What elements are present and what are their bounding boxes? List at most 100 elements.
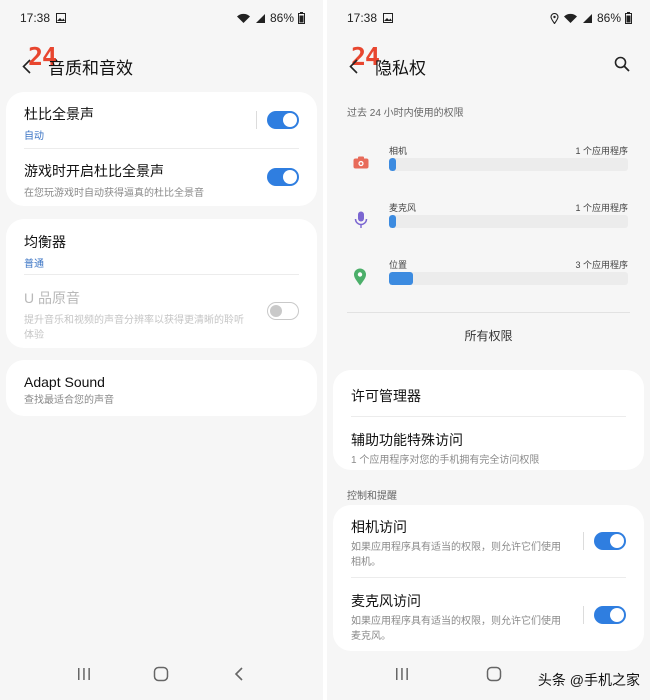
- microphone-access-toggle[interactable]: [594, 606, 626, 624]
- permission-count: 3 个应用程序: [575, 260, 628, 270]
- divider: [347, 312, 630, 313]
- location-pin-icon: [354, 268, 366, 286]
- permission-manager-card: 许可管理器 辅助功能特殊访问 1 个应用程序对您的手机拥有完全访问权限: [333, 370, 644, 470]
- recents-button[interactable]: [69, 659, 99, 689]
- equalizer-row[interactable]: 均衡器 普通: [6, 232, 317, 272]
- toggle-knob: [610, 534, 624, 548]
- watermark-text: 头条 @手机之家: [537, 672, 640, 688]
- permission-row-location[interactable]: 位置 3 个应用程序: [333, 258, 644, 298]
- wifi-icon: [563, 13, 577, 23]
- adapt-sound-label: Adapt Sound: [24, 374, 105, 390]
- nav-back-icon: [235, 667, 243, 681]
- camera-access-label: 相机访问: [351, 519, 407, 535]
- recents-button[interactable]: [387, 659, 417, 689]
- permission-count: 1 个应用程序: [575, 146, 628, 156]
- usage-fill: [389, 215, 397, 228]
- page-title: 隐私权: [375, 58, 426, 78]
- permission-name: 位置: [389, 260, 408, 270]
- camera-icon: [353, 156, 369, 169]
- recents-icon: [396, 668, 408, 680]
- usage-track: [389, 215, 628, 228]
- equalizer-value: 普通: [24, 259, 44, 270]
- dolby-atmos-toggle[interactable]: [267, 111, 299, 129]
- equalizer-label: 均衡器: [24, 234, 66, 250]
- row-divider-bar: [583, 606, 584, 624]
- navigation-bar: [0, 648, 323, 700]
- adapt-sound-row[interactable]: Adapt Sound 查找最适合您的声音: [6, 374, 317, 408]
- permission-count: 1 个应用程序: [575, 203, 628, 213]
- privacy-screen: 17:38 86% 24 隐私权 过去 24 小时内使用的权限 相机 1 个应用…: [327, 0, 650, 700]
- microphone-access-label: 麦克风访问: [351, 593, 421, 609]
- toggle-knob: [283, 113, 297, 127]
- recents-icon: [77, 668, 90, 680]
- recent-permissions-header: 过去 24 小时内使用的权限: [347, 108, 464, 119]
- divider: [24, 274, 299, 275]
- row-divider-bar: [583, 532, 584, 550]
- status-time: 17:38: [20, 11, 51, 25]
- microphone-access-row[interactable]: 麦克风访问 如果应用程序具有适当的权限，则允许它们使用麦克风。: [333, 591, 582, 644]
- signal-icon: [255, 13, 265, 23]
- permission-usage-card: 相机 1 个应用程序 麦克风 1 个应用程序 位置 3 个应用程序 所有权限: [333, 122, 644, 358]
- battery-percent: 86%: [269, 11, 294, 25]
- home-button[interactable]: [146, 659, 176, 689]
- camera-access-row[interactable]: 相机访问 如果应用程序具有适当的权限，则允许它们使用相机。: [333, 517, 582, 570]
- permission-name: 麦克风: [389, 203, 417, 213]
- home-button[interactable]: [479, 659, 509, 689]
- search-button[interactable]: [614, 56, 630, 77]
- toggle-knob: [283, 170, 297, 184]
- accessibility-access-label: 辅助功能特殊访问: [351, 432, 463, 448]
- controls-card: 相机访问 如果应用程序具有适当的权限，则允许它们使用相机。 麦克风访问 如果应用…: [333, 505, 644, 651]
- status-bar: 17:38 86%: [347, 9, 632, 27]
- microphone-access-description: 如果应用程序具有适当的权限，则允许它们使用麦克风。: [351, 616, 561, 642]
- microphone-icon: [354, 211, 368, 228]
- signal-icon: [582, 13, 592, 23]
- divider: [351, 416, 626, 417]
- dolby-atmos-value: 自动: [24, 131, 44, 142]
- uhq-label: U 品原音: [24, 290, 80, 306]
- usage-fill: [389, 158, 397, 171]
- status-time: 17:38: [347, 11, 378, 25]
- nav-back-button[interactable]: [224, 659, 254, 689]
- gallery-notification-icon: [383, 13, 394, 23]
- battery-percent: 86%: [596, 11, 621, 25]
- page-title: 音质和音效: [48, 58, 133, 78]
- home-icon: [486, 666, 502, 682]
- back-arrow-icon: [349, 58, 358, 74]
- usage-track: [389, 272, 628, 285]
- row-divider-bar: [256, 111, 257, 129]
- uhq-row[interactable]: U 品原音 提升音乐和视频的声音分辨率以获得更清晰的聆听体验: [6, 288, 267, 343]
- permission-manager-row[interactable]: 许可管理器: [333, 386, 644, 406]
- camera-access-description: 如果应用程序具有适当的权限，则允许它们使用相机。: [351, 542, 561, 568]
- back-button[interactable]: [349, 56, 363, 76]
- permission-name: 相机: [389, 146, 408, 156]
- accessibility-access-row[interactable]: 辅助功能特殊访问 1 个应用程序对您的手机拥有完全访问权限: [333, 430, 644, 468]
- app-bar: 音质和音效: [22, 53, 303, 79]
- permission-manager-label: 许可管理器: [351, 388, 421, 404]
- back-button[interactable]: [22, 56, 36, 76]
- uhq-description: 提升音乐和视频的声音分辨率以获得更清晰的聆听体验: [24, 315, 244, 341]
- location-status-icon: [550, 12, 559, 24]
- permission-row-camera[interactable]: 相机 1 个应用程序: [333, 144, 644, 184]
- accessibility-access-description: 1 个应用程序对您的手机拥有完全访问权限: [351, 455, 540, 466]
- all-permissions-button[interactable]: 所有权限: [333, 327, 644, 344]
- status-bar: 17:38 86%: [20, 9, 305, 27]
- uhq-toggle[interactable]: [267, 302, 299, 320]
- adapt-sound-description: 查找最适合您的声音: [24, 395, 114, 406]
- adapt-sound-card: Adapt Sound 查找最适合您的声音: [6, 360, 317, 416]
- game-dolby-toggle[interactable]: [267, 168, 299, 186]
- controls-header: 控制和提醒: [347, 491, 397, 502]
- battery-icon: [625, 12, 632, 24]
- camera-access-toggle[interactable]: [594, 532, 626, 550]
- divider: [351, 577, 626, 578]
- dolby-atmos-label: 杜比全景声: [24, 106, 94, 122]
- wifi-icon: [236, 13, 250, 23]
- dolby-card: 杜比全景声 自动 游戏时开启杜比全景声 在您玩游戏时自动获得逼真的杜比全景音: [6, 92, 317, 206]
- back-arrow-icon: [22, 58, 31, 74]
- sound-quality-screen: 17:38 86% 24 音质和音效 杜比全景声 自动 游戏时开启杜比全景声 在…: [0, 0, 323, 700]
- toggle-knob: [270, 304, 282, 317]
- permission-row-microphone[interactable]: 麦克风 1 个应用程序: [333, 201, 644, 241]
- usage-track: [389, 158, 628, 171]
- app-bar: 隐私权: [349, 53, 630, 79]
- game-dolby-description: 在您玩游戏时自动获得逼真的杜比全景音: [24, 188, 204, 199]
- usage-fill: [389, 272, 413, 285]
